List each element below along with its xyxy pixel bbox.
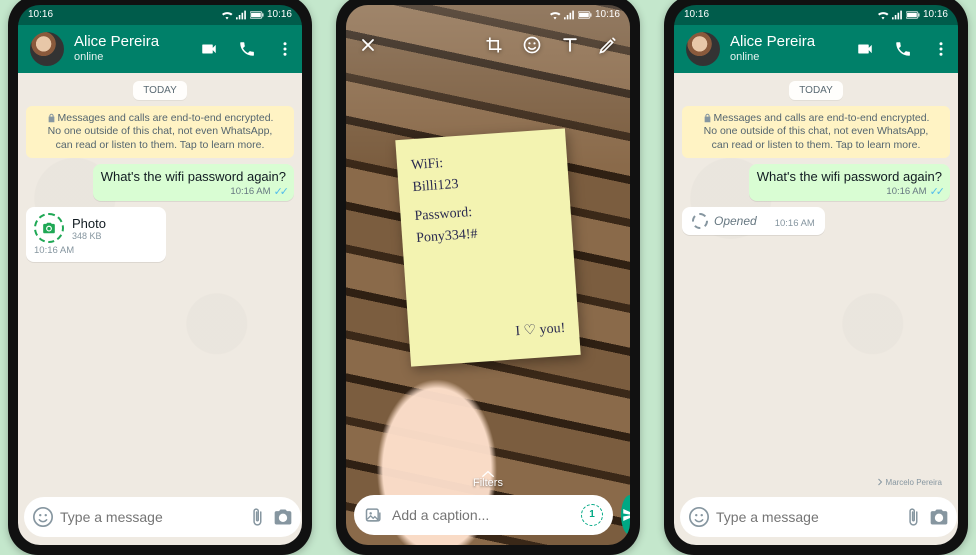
chat-body: TODAY Messages and calls are end-to-end … <box>18 73 302 491</box>
sticky-note: WiFi: Billi123 Password: Pony334!# I ♡ y… <box>395 128 581 366</box>
draw-icon[interactable] <box>598 35 618 55</box>
emoji-icon[interactable] <box>688 506 710 528</box>
signal-icon <box>236 10 247 20</box>
read-receipt-icon: ✓✓ <box>930 185 942 198</box>
outgoing-message[interactable]: What's the wifi password again? 10:16 AM… <box>93 164 294 201</box>
camera-icon[interactable] <box>273 507 293 527</box>
more-icon[interactable] <box>276 40 294 58</box>
video-call-icon[interactable] <box>856 40 874 58</box>
status-time: 10:16 <box>684 9 877 20</box>
photo-credit: Marcelo Pereira <box>877 478 942 487</box>
opened-time: 10:16 AM <box>775 218 815 229</box>
avatar[interactable] <box>686 32 720 66</box>
photo-size: 348 KB <box>72 231 106 241</box>
filters-hint[interactable]: Filters <box>354 469 622 489</box>
composer-pill[interactable] <box>24 497 301 537</box>
more-icon[interactable] <box>932 40 950 58</box>
signal-icon <box>564 10 575 20</box>
contact-block[interactable]: Alice Pereira online <box>74 34 159 63</box>
message-text: What's the wifi password again? <box>101 169 286 184</box>
message-text: What's the wifi password again? <box>757 169 942 184</box>
phone-left: 10:16 10:16 Alice Pereira online TODAY <box>8 0 312 555</box>
status-time-right: 10:16 <box>595 9 620 20</box>
chat-body: TODAY Messages and calls are end-to-end … <box>674 73 958 491</box>
message-time: 10:16 AM <box>886 186 926 197</box>
avatar[interactable] <box>30 32 64 66</box>
attach-icon[interactable] <box>247 507 267 527</box>
battery-icon <box>578 11 592 19</box>
view-once-opened-bubble[interactable]: Opened 10:16 AM <box>682 207 825 235</box>
crop-icon[interactable] <box>484 35 504 55</box>
battery-icon <box>906 11 920 19</box>
message-input[interactable] <box>60 509 241 525</box>
wifi-icon <box>221 10 233 20</box>
contact-status: online <box>74 51 159 63</box>
composer-row <box>674 491 958 545</box>
voice-call-icon[interactable] <box>238 40 256 58</box>
caption-input[interactable] <box>392 507 573 523</box>
photo-time: 10:16 AM <box>34 245 158 256</box>
status-time-right: 10:16 <box>923 9 948 20</box>
day-chip: TODAY <box>789 81 843 100</box>
status-bar: 10:16 10:16 <box>674 5 958 25</box>
editor-bottom: Filters 1 <box>346 463 630 545</box>
contact-status: online <box>730 51 815 63</box>
view-once-photo-bubble[interactable]: Photo 348 KB 10:16 AM <box>26 207 166 262</box>
camera-icon[interactable] <box>929 507 949 527</box>
add-photo-icon[interactable] <box>364 505 384 525</box>
phone-middle: WiFi: Billi123 Password: Pony334!# I ♡ y… <box>336 0 640 555</box>
status-bar: 10:16 <box>346 5 630 25</box>
encryption-text: Messages and calls are end-to-end encryp… <box>48 112 274 151</box>
phone-right: 10:16 10:16 Alice Pereira online TODAY <box>664 0 968 555</box>
message-input[interactable] <box>716 509 897 525</box>
editor-toolbar <box>346 25 630 61</box>
day-chip: TODAY <box>133 81 187 100</box>
voice-call-icon[interactable] <box>894 40 912 58</box>
battery-icon <box>250 11 264 19</box>
caption-pill[interactable]: 1 <box>354 495 613 535</box>
contact-block[interactable]: Alice Pereira online <box>730 34 815 63</box>
outgoing-message[interactable]: What's the wifi password again? 10:16 AM… <box>749 164 950 201</box>
encryption-text: Messages and calls are end-to-end encryp… <box>704 112 930 151</box>
contact-name: Alice Pereira <box>74 34 159 51</box>
chevron-right-icon <box>877 478 883 486</box>
close-icon[interactable] <box>358 35 378 55</box>
lock-icon <box>703 113 712 123</box>
filters-label: Filters <box>473 477 503 489</box>
encryption-banner[interactable]: Messages and calls are end-to-end encryp… <box>26 106 294 159</box>
text-icon[interactable] <box>560 35 580 55</box>
status-time-right: 10:16 <box>267 9 292 20</box>
photo-label: Photo <box>72 216 106 231</box>
sticker-icon[interactable] <box>522 35 542 55</box>
view-once-toggle[interactable]: 1 <box>581 504 603 526</box>
signal-icon <box>892 10 903 20</box>
status-time: 10:16 <box>28 9 221 20</box>
video-call-icon[interactable] <box>200 40 218 58</box>
opened-label: Opened <box>714 214 757 228</box>
opened-icon <box>692 213 708 229</box>
note-line: I ♡ you! <box>422 318 566 350</box>
attach-icon[interactable] <box>903 507 923 527</box>
view-once-icon <box>34 213 64 243</box>
send-button[interactable] <box>621 495 630 535</box>
read-receipt-icon: ✓✓ <box>274 185 286 198</box>
lock-icon <box>47 113 56 123</box>
encryption-banner[interactable]: Messages and calls are end-to-end encryp… <box>682 106 950 159</box>
status-bar: 10:16 10:16 <box>18 5 302 25</box>
wifi-icon <box>549 10 561 20</box>
message-time: 10:16 AM <box>230 186 270 197</box>
chat-header[interactable]: Alice Pereira online <box>674 25 958 73</box>
wifi-icon <box>877 10 889 20</box>
composer-pill[interactable] <box>680 497 957 537</box>
emoji-icon[interactable] <box>32 506 54 528</box>
contact-name: Alice Pereira <box>730 34 815 51</box>
chat-header[interactable]: Alice Pereira online <box>18 25 302 73</box>
composer-row <box>18 491 302 545</box>
